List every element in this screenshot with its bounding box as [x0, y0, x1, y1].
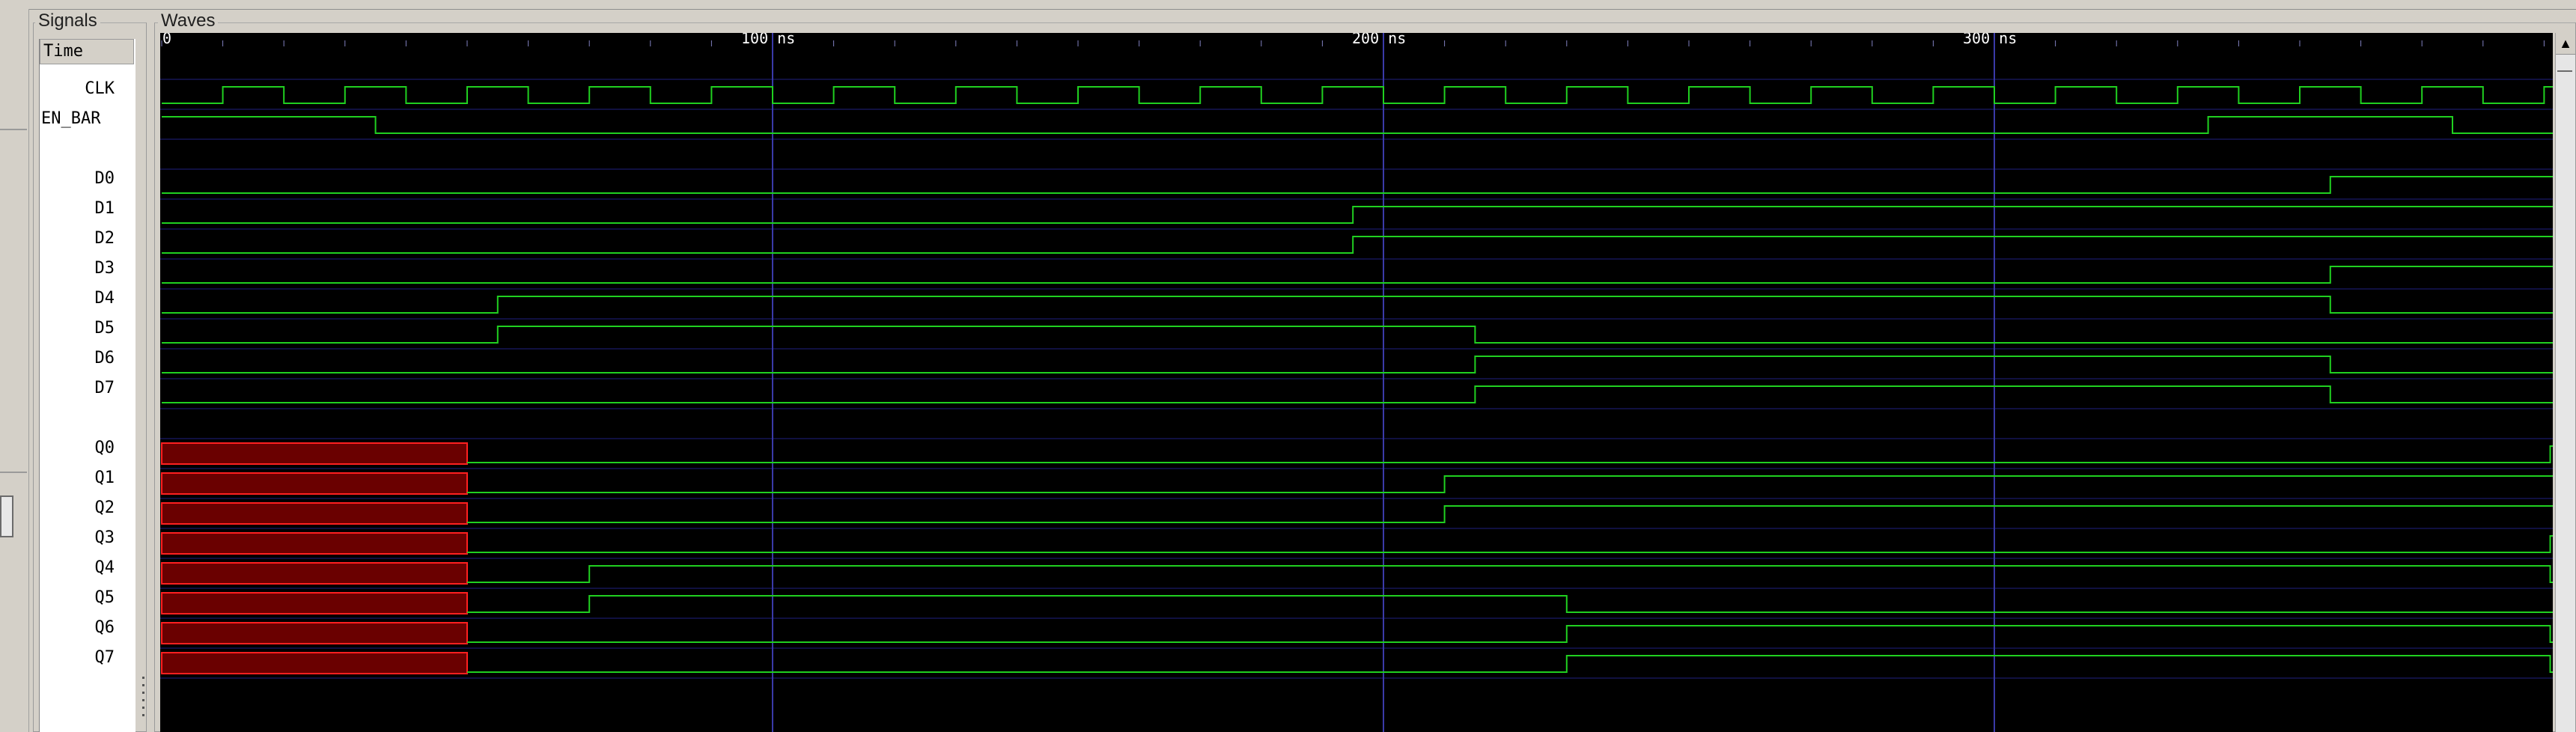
signal-name-q1[interactable]: Q1	[40, 467, 115, 489]
waveform-d7	[162, 385, 2553, 403]
waves-vertical-scrollbar[interactable]: ▲	[2555, 33, 2575, 732]
signal-name-q7[interactable]: Q7	[40, 647, 115, 669]
signal-name-d2[interactable]: D2	[40, 228, 115, 250]
signal-name-d5[interactable]: D5	[40, 317, 115, 340]
waveform-clk	[162, 86, 2553, 104]
waveform-q3	[467, 535, 2553, 553]
signal-name-q2[interactable]: Q2	[40, 497, 115, 519]
left-strip-scroll-handle[interactable]	[0, 495, 13, 537]
signal-name-q0[interactable]: Q0	[40, 437, 115, 460]
left-panel-strip	[0, 9, 29, 732]
signal-name-d0[interactable]: D0	[40, 168, 115, 190]
scroll-thumb[interactable]	[2557, 70, 2572, 72]
waveform-d4	[162, 296, 2553, 314]
signal-name-clk[interactable]: CLK	[40, 78, 115, 100]
waveform-d2	[162, 236, 2553, 254]
unknown-value-q6	[161, 622, 468, 644]
time-label: 0	[162, 33, 171, 47]
waveform-q5	[467, 595, 2553, 613]
panel-splitter-handle[interactable]	[139, 659, 150, 732]
waveform-q7	[467, 655, 2553, 673]
left-strip-divider	[0, 129, 27, 130]
signal-name-en_bar[interactable]: EN_BAR	[41, 108, 131, 130]
time-label: 100 ns	[741, 33, 795, 47]
waveform-q0	[467, 445, 2553, 463]
signal-name-d4[interactable]: D4	[40, 287, 115, 310]
signal-name-spacer[interactable]	[40, 407, 115, 430]
signal-name-d6[interactable]: D6	[40, 347, 115, 370]
unknown-value-q3	[161, 532, 468, 555]
signal-name-d1[interactable]: D1	[40, 198, 115, 220]
signal-name-spacer[interactable]	[40, 138, 115, 160]
unknown-value-q0	[161, 442, 468, 465]
unknown-value-q1	[161, 472, 468, 495]
waveform-d1	[162, 206, 2553, 224]
time-label: 300 ns	[1963, 33, 2017, 47]
waveform-plot: 0 100 ns 200 ns 300 ns	[160, 33, 2553, 732]
unknown-value-q5	[161, 592, 468, 614]
signal-name-q3[interactable]: Q3	[40, 527, 115, 549]
waveform-en_bar	[162, 116, 2553, 134]
waveform-q1	[467, 475, 2553, 493]
signal-name-q4[interactable]: Q4	[40, 557, 115, 579]
waveform-d5	[162, 326, 2553, 344]
waves-panel-title: Waves	[158, 11, 219, 31]
signal-name-q5[interactable]: Q5	[40, 587, 115, 609]
waveform-q2	[467, 505, 2553, 523]
waveform-q4	[467, 565, 2553, 583]
signals-list[interactable]: Time CLK EN_BAR D0 D1 D2 D3 D4 D5 D6 D7 Q0 Q1 Q2 Q3 Q4…	[39, 39, 136, 732]
left-strip-divider	[0, 472, 27, 473]
waveform-d0	[162, 176, 2553, 194]
time-header: Time	[40, 39, 134, 64]
signal-name-d3[interactable]: D3	[40, 257, 115, 280]
signal-name-d7[interactable]: D7	[40, 377, 115, 400]
time-label: 200 ns	[1352, 33, 1406, 47]
waveform-d3	[162, 266, 2553, 284]
scroll-up-arrow-icon[interactable]: ▲	[2556, 33, 2575, 55]
waveform-canvas[interactable]: 0 100 ns 200 ns 300 ns	[160, 33, 2553, 732]
signal-name-q6[interactable]: Q6	[40, 617, 115, 639]
unknown-value-q7	[161, 652, 468, 674]
unknown-value-q2	[161, 502, 468, 525]
signals-panel-title: Signals	[35, 11, 100, 31]
waveform-d6	[162, 356, 2553, 373]
waveform-q6	[467, 625, 2553, 643]
window-top-border	[0, 0, 2576, 10]
unknown-value-q4	[161, 562, 468, 585]
